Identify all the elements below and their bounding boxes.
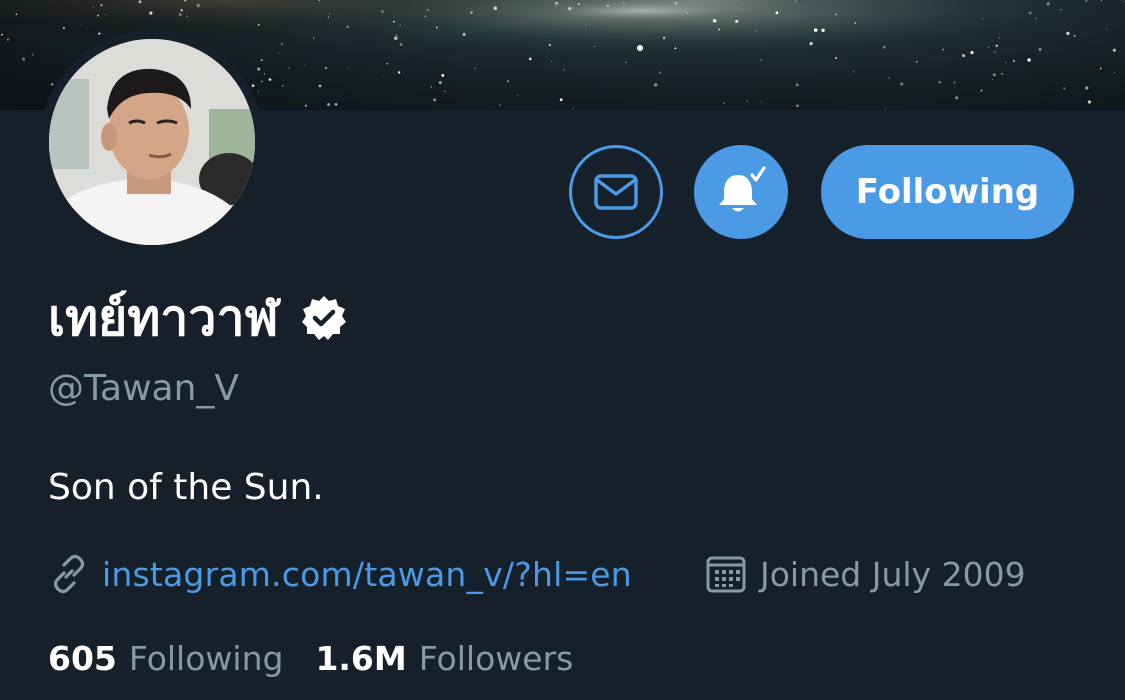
username-handle: @Tawan_V [48,368,240,409]
joined-row: Joined July 2009 [706,550,1026,598]
envelope-icon [594,174,638,210]
bio-text: Son of the Sun. [48,467,324,508]
notifications-button[interactable] [694,145,788,239]
following-stat[interactable]: 605 Following [48,639,283,678]
bell-check-icon [719,166,766,212]
following-label: Following [128,638,284,678]
website-row: instagram.com/tawan_v/?hl=en [48,550,632,598]
following-button[interactable]: Following [821,145,1074,239]
followers-label: Followers [418,638,574,678]
followers-stat[interactable]: 1.6M Followers [315,639,573,678]
name-row: เทย์ทาวาฬ [48,282,349,354]
avatar[interactable] [49,39,255,245]
verified-badge-icon [299,293,349,343]
website-link[interactable]: instagram.com/tawan_v/?hl=en [102,555,632,594]
follow-stats: 605 Following 1.6M Followers [48,634,573,682]
link-icon [48,553,90,595]
display-name: เทย์ทาวาฬ [48,288,279,347]
avatar-photo [49,39,255,245]
calendar-icon [706,554,746,594]
message-button[interactable] [569,145,663,239]
followers-count: 1.6M [315,638,407,678]
joined-date: Joined July 2009 [760,554,1026,594]
following-count: 605 [48,638,117,678]
